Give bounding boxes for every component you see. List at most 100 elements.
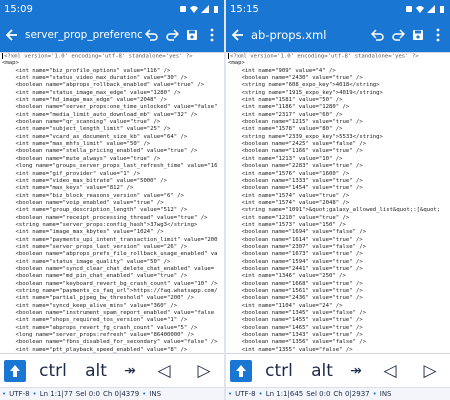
- code-line: <string name="1091">&quot;galaxy_allowed…: [226, 207, 450, 214]
- code-line: <int name="1581" value="50" />: [226, 97, 450, 104]
- extra-keys-bar: ctrl alt ↠ ◁ ▷: [226, 353, 450, 387]
- code-line-text: <boolean name="1561" value="true" />: [228, 288, 363, 294]
- save-icon: [187, 30, 197, 40]
- code-line: <int name="1346" value="250" />: [226, 273, 450, 280]
- code-line: <int name="abprops_revert_fg_crash_count…: [0, 325, 224, 332]
- encoding-label[interactable]: UTF-8: [235, 390, 255, 398]
- code-line-text: <map>: [2, 60, 19, 67]
- code-line-text: <long name="groups_server_props_last_ref…: [2, 163, 218, 170]
- code-line: <boolean name="2430" value="true" />: [226, 75, 450, 82]
- code-line-text: <boolean name="1356" value="false" />: [228, 339, 367, 346]
- insert-mode[interactable]: INS: [149, 390, 161, 398]
- cursor-left-key[interactable]: ◁: [370, 354, 410, 388]
- code-line: <boolean name="1465" value="true" />: [226, 325, 450, 332]
- code-line: <string name="2339_expo_key">5533</strin…: [226, 134, 450, 141]
- undo-button[interactable]: [142, 23, 162, 47]
- shift-key[interactable]: [226, 354, 256, 388]
- code-line-text: <boolean name="1345" value="false" />: [228, 310, 367, 317]
- text-editor-area[interactable]: <?xml version='1.0' encoding='utf-8' sta…: [226, 52, 450, 353]
- code-line-text: <boolean name="2436" value="true" />: [228, 295, 363, 302]
- code-line-text: <boolean name="abprops_prefs_file_rollba…: [2, 251, 218, 258]
- cursor-left-key[interactable]: ◁: [144, 354, 184, 388]
- code-line: <int name="status_image_quality" value="…: [0, 259, 224, 266]
- code-line-text: <boolean name="receipt_processing_thread…: [2, 214, 208, 221]
- code-line-text: <boolean name="1673" value="true" />: [228, 251, 363, 258]
- back-button[interactable]: [228, 23, 248, 47]
- code-line-text: <int name="group_description_length" val…: [2, 207, 188, 214]
- code-line-text: <int name="max_mhfs_limit" value="50" />: [2, 141, 151, 148]
- line-position: Ln 1:1|645: [265, 390, 304, 398]
- code-line-text: <int name="1578" value="80" />: [228, 126, 343, 133]
- file-title: ab-props.xml: [251, 28, 327, 42]
- code-line-text: <boolean name="1343" value="true" />: [228, 332, 363, 339]
- info-bullet: •: [258, 390, 263, 398]
- tab-key[interactable]: ↠: [342, 354, 370, 388]
- alt-key[interactable]: alt: [302, 354, 342, 388]
- code-line: <int name="group_description_length" val…: [0, 207, 224, 214]
- code-line: <boolean name="1614" value="true" />: [226, 237, 450, 244]
- code-line: <int name="status_image_max_edge" value=…: [0, 90, 224, 97]
- redo-button[interactable]: [162, 23, 182, 47]
- shift-key[interactable]: [0, 354, 30, 388]
- tab-key[interactable]: ↠: [116, 354, 144, 388]
- code-line-text: <int name="status_video_max_duration" va…: [2, 75, 188, 82]
- code-line: <boolean name="receipt_processing_thread…: [0, 215, 224, 222]
- code-line-text: <int name="shops_required_tos_version" v…: [2, 317, 188, 324]
- code-line-text: <int name="status_image_quality" value="…: [2, 258, 171, 265]
- status-time: 15:15: [230, 3, 259, 15]
- signal-icon: [427, 5, 435, 13]
- code-line-text: <boolean name="1215" value="true" />: [228, 119, 363, 126]
- ctrl-key[interactable]: ctrl: [30, 354, 76, 388]
- save-icon: [413, 30, 423, 40]
- more-options-button[interactable]: [202, 23, 222, 47]
- code-line-text: <int name="1104" value="24" />: [228, 302, 343, 309]
- code-line-text: <boolean name="2307" value="false" />: [228, 243, 367, 250]
- code-line: <int name="max_keys" value="812" />: [0, 185, 224, 192]
- code-line-text: <boolean name="keyboard_revert_bg_crash_…: [2, 280, 218, 287]
- back-button[interactable]: [2, 23, 22, 47]
- more-options-button[interactable]: [428, 23, 448, 47]
- code-line: <int name="partial_pjpeg_bw_threshold" v…: [0, 295, 224, 302]
- code-line: <boolean name="stella_pricing_enabled" v…: [0, 148, 224, 155]
- code-line: <boolean name="2441" value="true" />: [226, 266, 450, 273]
- code-line: <?xml version='1.0' encoding='utf-8' sta…: [226, 53, 450, 60]
- code-line-text: <int name="status_image_max_edge" value=…: [2, 89, 181, 96]
- undo-button[interactable]: [368, 23, 388, 47]
- code-line-text: <boolean name="instrument_spam_report_en…: [2, 310, 215, 317]
- code-line-text: <boolean name="1465" value="true" />: [228, 324, 363, 331]
- code-line: <boolean name="abprops_rollback_enabled"…: [0, 82, 224, 89]
- redo-button[interactable]: [388, 23, 408, 47]
- code-line-text: <boolean name="1166" value="true" />: [228, 148, 363, 155]
- code-line-text: <string name="1091">&quot;galaxy_allowed…: [228, 207, 441, 214]
- code-line-text: <int name="abprops_revert_fg_crash_count…: [2, 324, 198, 331]
- ctrl-key[interactable]: ctrl: [256, 354, 302, 388]
- info-bullet: •: [32, 390, 37, 398]
- code-line-text: <boolean name="1694" value="false" />: [228, 229, 367, 236]
- selection-info: Sel 0:0: [306, 390, 331, 398]
- insert-mode[interactable]: INS: [380, 390, 392, 398]
- editor-toolbar: ab-props.xml: [226, 18, 450, 52]
- cursor-right-key[interactable]: ▷: [410, 354, 450, 388]
- battery-icon: [440, 6, 444, 13]
- alt-key[interactable]: alt: [76, 354, 116, 388]
- shift-arrow-icon: [236, 364, 246, 377]
- editor-toolbar: server_prop_preferences.xml: [0, 18, 224, 52]
- code-line-text: <boolean name="1594" value="true" />: [228, 258, 363, 265]
- code-line-text: <?xml version='1.0' encoding='utf-8' sta…: [4, 53, 193, 60]
- code-line: <int name="shops_required_tos_version" v…: [0, 317, 224, 324]
- back-arrow-icon: [5, 29, 17, 41]
- text-editor-area[interactable]: <?xml version='1.0' encoding='utf-8' sta…: [0, 52, 224, 353]
- code-line: <int name="video_max_bitrate" value="500…: [0, 178, 224, 185]
- code-line: <int name="image_max_kbytes" value="1024…: [0, 229, 224, 236]
- code-line: <boolean name="abprops_prefs_file_rollba…: [0, 251, 224, 258]
- code-line-text: <int name="1581" value="50" />: [228, 97, 343, 104]
- encoding-label[interactable]: UTF-8: [9, 390, 29, 398]
- code-line: <boolean name="fbns_disabled_for_seconda…: [0, 339, 224, 346]
- cursor-right-key[interactable]: ▷: [184, 354, 224, 388]
- code-line-text: <int name="max_keys" value="812" />: [2, 185, 134, 192]
- save-button[interactable]: [182, 23, 202, 47]
- left-editor-pane: 15:09 server_prop_preferences.xml <?xml …: [0, 0, 224, 400]
- code-line: <boolean name="2425" value="false" />: [226, 141, 450, 148]
- save-button[interactable]: [408, 23, 428, 47]
- code-line: <int name="biz_profile_options" value="1…: [0, 68, 224, 75]
